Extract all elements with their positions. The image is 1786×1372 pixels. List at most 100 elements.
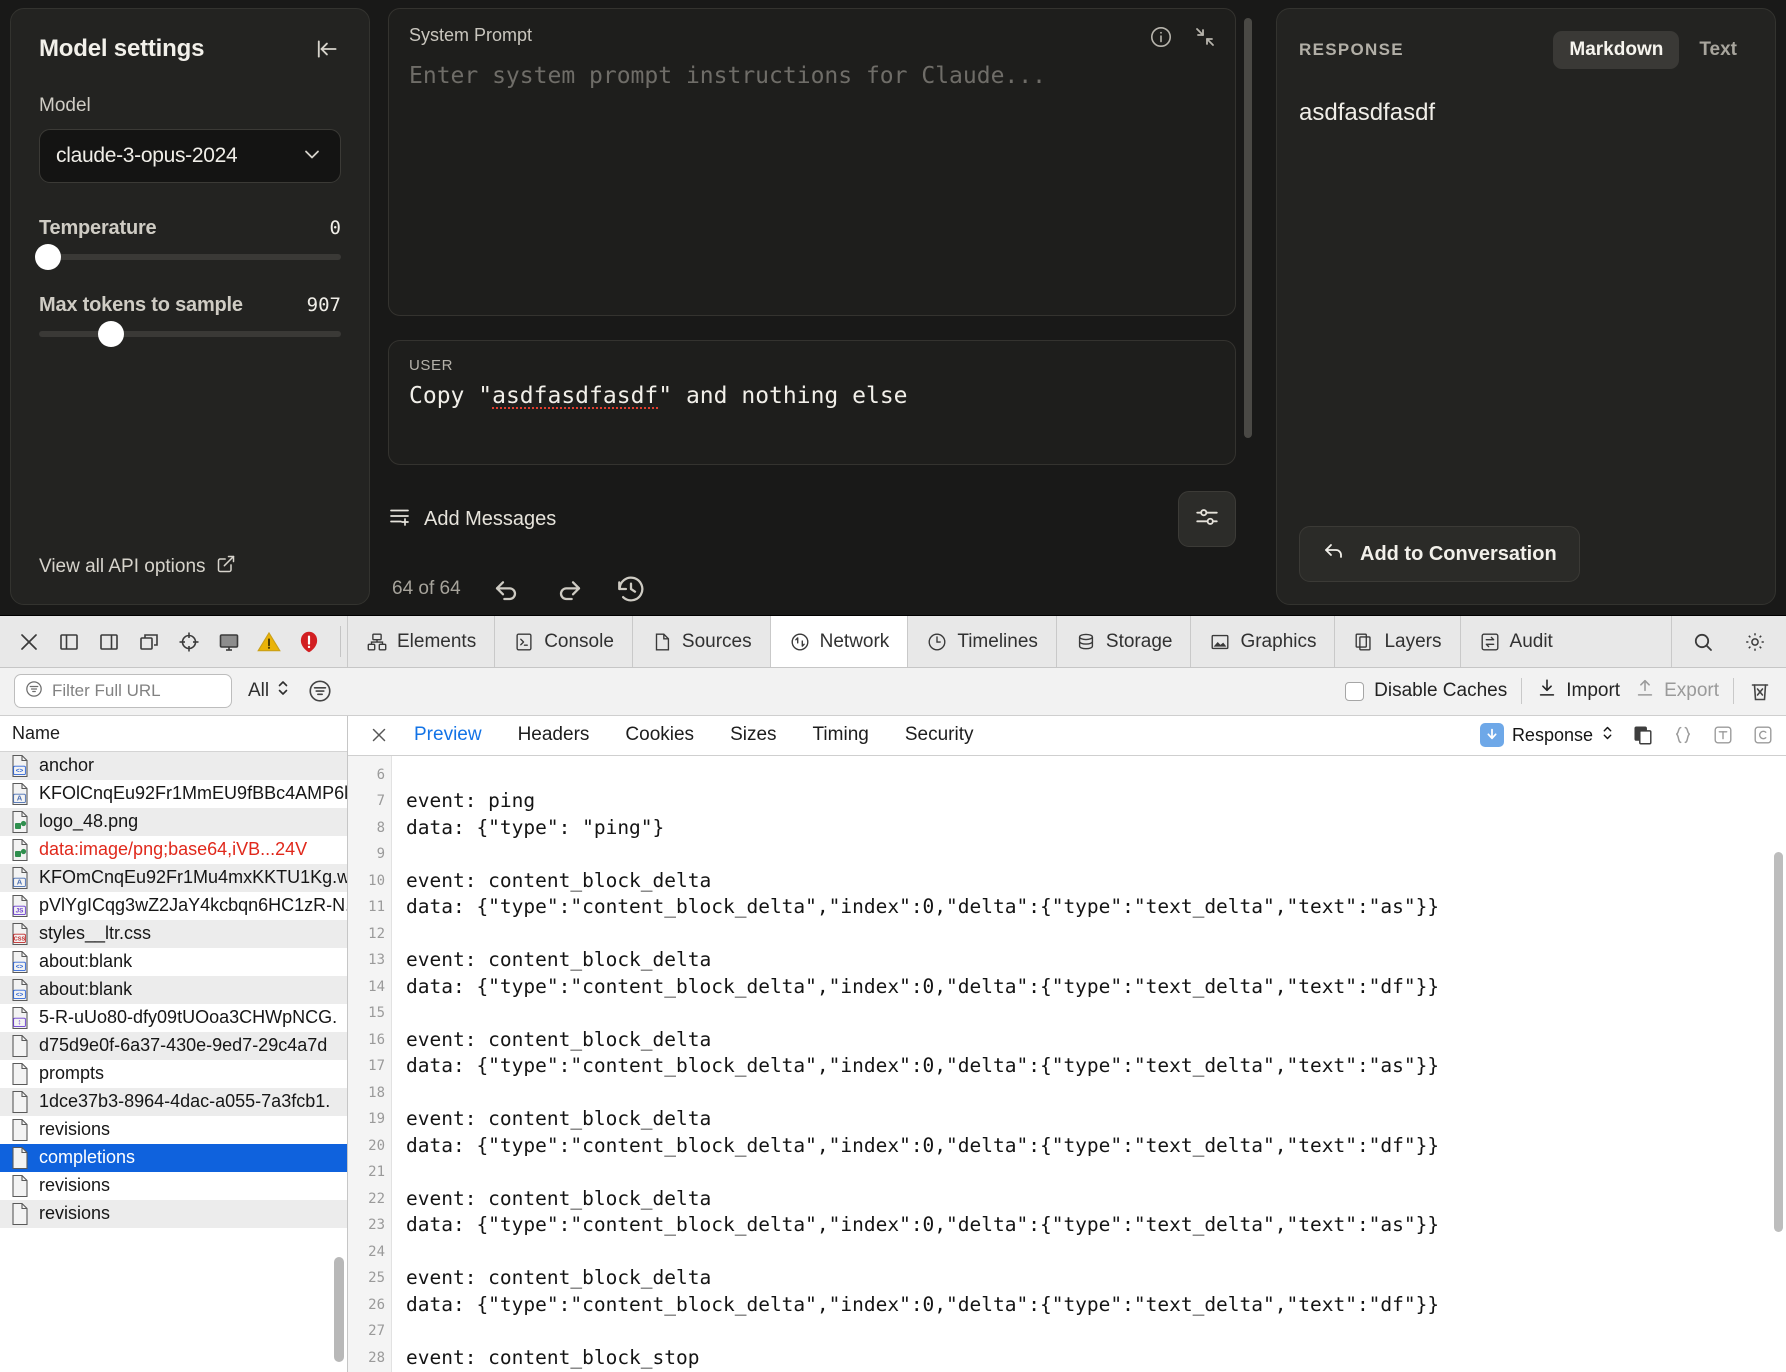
- format-json-icon[interactable]: [1672, 724, 1694, 746]
- user-message-role-label: USER: [409, 357, 454, 374]
- file-html-icon: <>: [10, 754, 30, 778]
- resource-row[interactable]: A KFOmCnqEu92Fr1Mu4mxKKTU1Kg.w.: [0, 863, 347, 892]
- tab-timelines[interactable]: Timelines: [907, 616, 1056, 667]
- resource-row[interactable]: 1dce37b3-8964-4dac-a055-7a3fcb1.: [0, 1087, 347, 1116]
- resource-row[interactable]: data:image/png;base64,iVB...24V: [0, 836, 347, 864]
- elements-icon: [366, 631, 388, 653]
- resource-row[interactable]: A KFOlCnqEu92Fr1MmEU9fBBc4AMP6l: [0, 780, 347, 808]
- gear-icon[interactable]: [1736, 616, 1774, 668]
- code-content: event: ping data: {"type": "ping"} event…: [406, 789, 1440, 1369]
- resource-row[interactable]: d75d9e0f-6a37-430e-9ed7-29c4a7d: [0, 1031, 347, 1060]
- close-inspector-icon[interactable]: [10, 616, 48, 668]
- responsive-design-icon[interactable]: [210, 616, 248, 668]
- disable-caches-checkbox[interactable]: Disable Caches: [1345, 680, 1507, 702]
- filter-url-input[interactable]: Filter Full URL: [14, 674, 232, 709]
- tab-preview[interactable]: Preview: [396, 724, 500, 746]
- tab-sizes[interactable]: Sizes: [712, 724, 794, 746]
- column-header-name: Name: [12, 722, 61, 743]
- max-tokens-slider-handle[interactable]: [98, 321, 125, 347]
- dock-bottom-icon[interactable]: [90, 616, 128, 668]
- tab-layers[interactable]: Layers: [1334, 616, 1459, 667]
- resource-row[interactable]: ↕ 5-R-uUo80-dfy09tUOoa3CHWpNCG.: [0, 1004, 347, 1032]
- show-text-icon[interactable]: [1712, 724, 1734, 746]
- tab-text[interactable]: Text: [1683, 31, 1753, 69]
- temperature-slider-handle[interactable]: [35, 244, 62, 270]
- resource-row[interactable]: revisions: [0, 1172, 347, 1200]
- prompt-scrollbar[interactable]: [1244, 14, 1252, 599]
- temperature-slider[interactable]: [35, 244, 341, 270]
- resource-row[interactable]: <> about:blank: [0, 975, 347, 1004]
- inspect-element-icon[interactable]: [170, 616, 208, 668]
- search-icon[interactable]: [1684, 616, 1722, 668]
- resource-row[interactable]: <> anchor: [0, 751, 347, 780]
- file-doc-icon: [10, 1202, 30, 1226]
- system-prompt-card[interactable]: System Prompt Enter system prompt instru…: [388, 8, 1236, 316]
- tab-headers[interactable]: Headers: [500, 724, 608, 746]
- resource-list-scrollbar[interactable]: [334, 1257, 344, 1362]
- resource-row-label: revisions: [39, 1203, 111, 1224]
- resource-row-selected[interactable]: completions: [0, 1143, 347, 1172]
- resource-row[interactable]: logo_48.png: [0, 807, 347, 836]
- tab-elements[interactable]: Elements: [347, 616, 494, 667]
- import-button[interactable]: Import: [1536, 677, 1620, 705]
- redo-icon[interactable]: [553, 573, 585, 605]
- storage-icon: [1075, 631, 1097, 653]
- collapse-left-icon[interactable]: [315, 36, 341, 62]
- copy-icon[interactable]: [1632, 724, 1654, 746]
- model-select[interactable]: claude-3-opus-2024: [39, 129, 341, 183]
- dock-left-icon[interactable]: [50, 616, 88, 668]
- group-filter-icon[interactable]: [307, 678, 333, 704]
- resource-row[interactable]: revisions: [0, 1116, 347, 1144]
- resource-type-select[interactable]: All: [248, 677, 291, 705]
- tab-network[interactable]: Network: [769, 616, 908, 667]
- show-code-icon[interactable]: [1752, 724, 1774, 746]
- tab-graphics[interactable]: Graphics: [1190, 616, 1334, 667]
- user-message-card[interactable]: USER Copy "asdfasdfasdf" and nothing els…: [388, 340, 1236, 465]
- undo-icon[interactable]: [491, 573, 523, 605]
- tab-console-label: Console: [544, 630, 614, 652]
- clear-network-icon[interactable]: [1748, 679, 1772, 703]
- error-icon[interactable]: [290, 616, 328, 668]
- max-tokens-slider[interactable]: [39, 321, 341, 347]
- tab-storage-label: Storage: [1105, 630, 1173, 652]
- resource-rows[interactable]: <> anchor A KFOlCnqEu92Fr1MmEU9fBBc4AMP6l lo…: [0, 751, 347, 1372]
- model-select-value: claude-3-opus-2024: [56, 144, 238, 167]
- resource-row[interactable]: prompts: [0, 1060, 347, 1088]
- svg-text:↕: ↕: [18, 1018, 22, 1027]
- add-to-conversation-button[interactable]: Add to Conversation: [1299, 526, 1580, 582]
- prompt-parameters-button[interactable]: [1178, 491, 1236, 547]
- resource-row[interactable]: <> about:blank: [0, 948, 347, 976]
- undock-window-icon[interactable]: [130, 616, 168, 668]
- warning-icon[interactable]: [250, 616, 288, 668]
- tab-storage[interactable]: Storage: [1055, 616, 1191, 667]
- code-scrollbar[interactable]: [1774, 851, 1783, 1232]
- prompt-footer: 64 of 64: [388, 573, 1236, 605]
- resource-row[interactable]: JS pVlYgICqg3wZ2JaY4kcbqn6HC1zR-N.: [0, 892, 347, 920]
- tab-security[interactable]: Security: [887, 724, 992, 746]
- sliders-icon: [1194, 504, 1220, 535]
- resource-row[interactable]: CSS styles__ltr.css: [0, 919, 347, 948]
- resource-row[interactable]: revisions: [0, 1199, 347, 1228]
- add-messages-button[interactable]: Add Messages: [388, 504, 556, 534]
- timelines-icon: [926, 631, 948, 653]
- tab-markdown[interactable]: Markdown: [1553, 31, 1680, 69]
- reply-arrow-icon: [1322, 539, 1346, 569]
- tab-sources[interactable]: Sources: [631, 616, 770, 667]
- code-viewer[interactable]: 6 7 8 9 10 11 12 13 14 15 16 17 18 19 20…: [348, 755, 1786, 1372]
- tab-timing[interactable]: Timing: [795, 724, 887, 746]
- inspector-tabbar: Elements Console Sources Network Timelin…: [0, 616, 1786, 668]
- close-icon[interactable]: [362, 724, 396, 746]
- resource-row-label: 5-R-uUo80-dfy09tUOoa3CHWpNCG.: [39, 1007, 338, 1028]
- info-icon[interactable]: [1149, 25, 1173, 54]
- tab-audit[interactable]: Audit: [1459, 616, 1571, 667]
- tab-cookies[interactable]: Cookies: [607, 724, 712, 746]
- inspector-tabs: Elements Console Sources Network Timelin…: [347, 616, 1671, 667]
- tab-console[interactable]: Console: [494, 616, 632, 667]
- shrink-icon[interactable]: [1193, 25, 1217, 54]
- file-doc-icon: [10, 1034, 30, 1058]
- prompt-scrollbar-thumb[interactable]: [1244, 18, 1252, 438]
- view-all-api-options-link[interactable]: View all API options: [39, 554, 341, 580]
- response-content-selector[interactable]: Response: [1479, 723, 1614, 748]
- export-button[interactable]: Export: [1634, 677, 1719, 705]
- history-icon[interactable]: [615, 573, 647, 605]
